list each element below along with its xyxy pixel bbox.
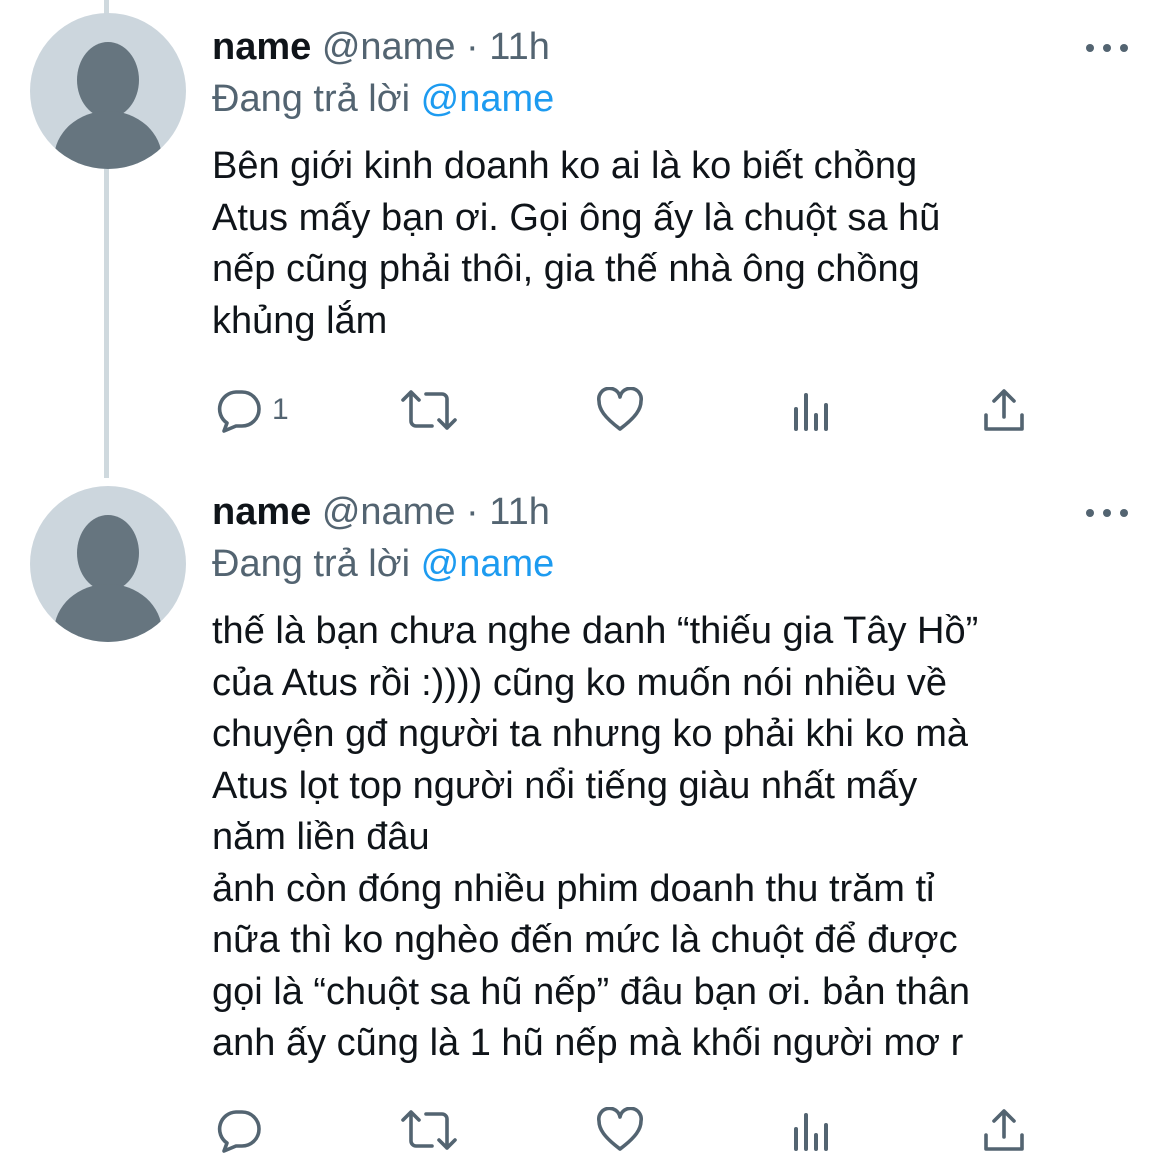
more-icon[interactable]: [1086, 503, 1130, 523]
reply-context: Đang trả lời @name: [212, 538, 554, 590]
avatar[interactable]: [30, 13, 186, 169]
tweet-actions: 1: [212, 385, 1072, 435]
timestamp[interactable]: 11h: [489, 491, 550, 533]
retweet-button[interactable]: [400, 385, 458, 435]
display-name[interactable]: name: [212, 26, 311, 68]
separator-dot: ·: [466, 26, 479, 68]
reply-context: Đang trả lời @name: [212, 73, 554, 125]
analytics-button[interactable]: [792, 385, 832, 435]
tweet-actions: [212, 1105, 1072, 1155]
reply-button[interactable]: [216, 1105, 272, 1155]
display-name[interactable]: name: [212, 491, 311, 533]
analytics-icon: [794, 1113, 828, 1151]
tweet[interactable]: name @name · 11h Đang trả lời @name thế …: [0, 478, 1170, 1156]
reply-mention-link[interactable]: @name: [421, 78, 555, 120]
reply-prefix: Đang trả lời: [212, 543, 411, 585]
tweet-header: name @name · 11h: [212, 486, 550, 538]
reply-prefix: Đang trả lời: [212, 78, 411, 120]
user-handle[interactable]: @name: [322, 491, 456, 533]
avatar-head-shape: [77, 515, 139, 591]
like-icon: [597, 387, 643, 431]
tweet-text: Bên giới kinh doanh ko ai là ko biết chồ…: [212, 145, 941, 342]
share-button[interactable]: [982, 385, 1026, 435]
analytics-button[interactable]: [792, 1105, 832, 1155]
tweet[interactable]: name @name · 11h Đang trả lời @name Bên …: [0, 0, 1170, 478]
avatar-body-shape: [54, 111, 162, 169]
share-icon: [984, 389, 1024, 431]
avatar[interactable]: [30, 486, 186, 642]
like-button[interactable]: [596, 1105, 644, 1155]
share-button[interactable]: [982, 1105, 1026, 1155]
analytics-icon: [794, 393, 828, 431]
reply-mention-link[interactable]: @name: [421, 543, 555, 585]
tweet-header: name @name · 11h: [212, 21, 550, 73]
separator-dot: ·: [466, 491, 479, 533]
share-icon: [984, 1109, 1024, 1151]
more-icon[interactable]: [1086, 38, 1130, 58]
reply-count: 1: [272, 393, 289, 426]
retweet-button[interactable]: [400, 1105, 458, 1155]
reply-icon: [217, 390, 261, 433]
timestamp[interactable]: 11h: [489, 26, 550, 68]
retweet-icon: [401, 1110, 457, 1150]
avatar-body-shape: [54, 584, 162, 642]
retweet-icon: [401, 390, 457, 430]
avatar-head-shape: [77, 42, 139, 118]
user-handle[interactable]: @name: [322, 26, 456, 68]
reply-icon: [217, 1110, 261, 1153]
reply-button[interactable]: 1: [216, 385, 289, 435]
tweet-text: thế là bạn chưa nghe danh “thiếu gia Tây…: [212, 610, 979, 1064]
like-button[interactable]: [596, 385, 644, 435]
like-icon: [597, 1107, 643, 1151]
